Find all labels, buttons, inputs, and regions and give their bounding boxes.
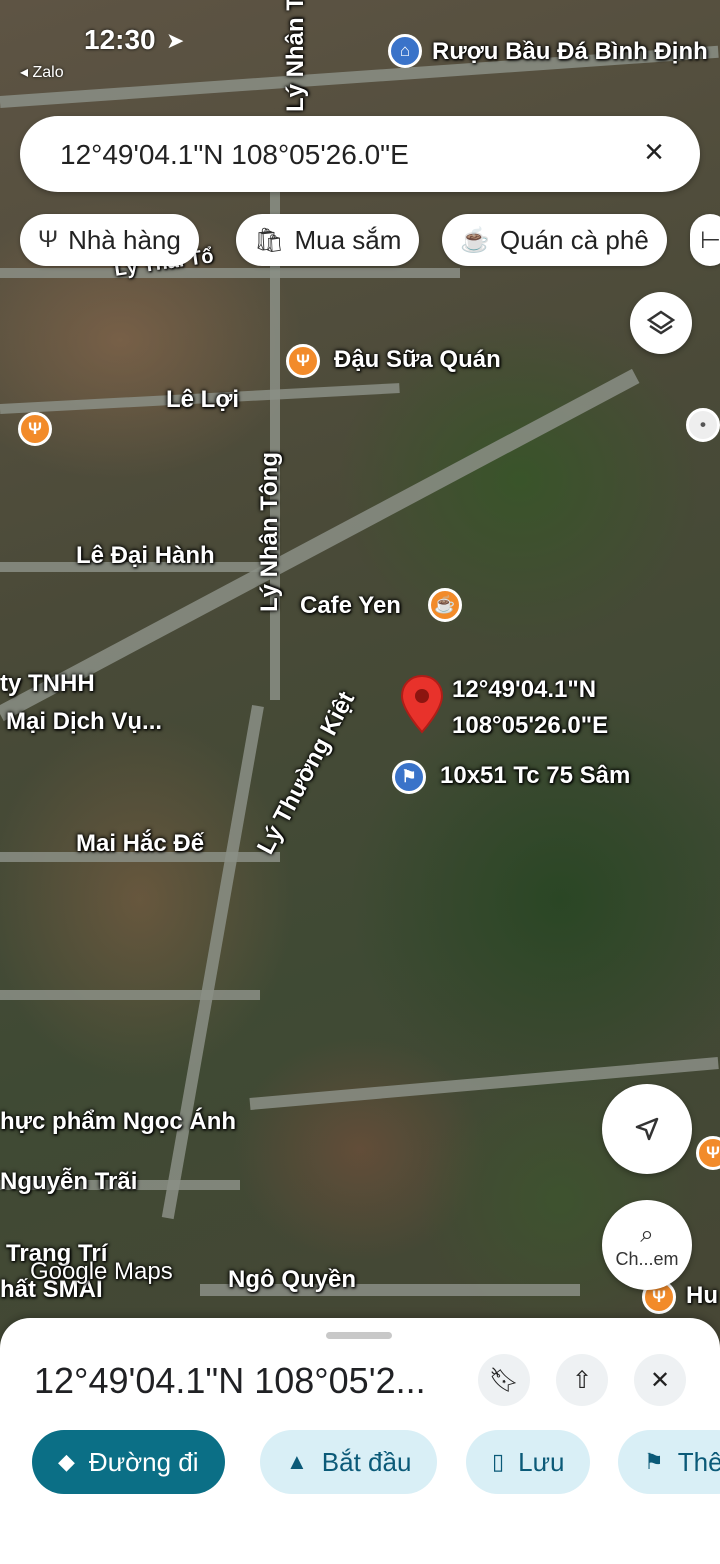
place-bottom-sheet[interactable]: 12°49'04.1"N 108°05'2... 🔖︎ ⇧ ✕ ◆ Đường … <box>0 1318 720 1564</box>
google-maps-watermark: Google Maps <box>30 1258 173 1285</box>
chip-coffee[interactable]: ☕ Quán cà phê <box>442 214 667 266</box>
save-button[interactable]: ▯ Lưu <box>466 1430 591 1494</box>
location-pin-icon[interactable] <box>400 674 444 734</box>
street-label-le-loi: Lê Lợi <box>166 386 240 413</box>
chip-restaurants[interactable]: Ψ Nhà hàng <box>20 214 199 266</box>
start-button[interactable]: ▲ Bắt đầu <box>260 1430 438 1494</box>
chip-shopping[interactable]: 🛍 Mua sắm <box>236 214 420 266</box>
bookmark-icon: 🔖︎ <box>488 1366 520 1394</box>
action-label: Lưu <box>518 1446 565 1477</box>
chip-label: Mua sắm <box>294 224 402 255</box>
pin-latitude-label: 12°49'04.1"N <box>452 676 597 703</box>
camera-search-icon: ⌕ <box>640 1220 654 1248</box>
street-label-ly-nhan-tong: Lý Nhân Tông <box>256 452 283 612</box>
road <box>161 704 264 1220</box>
restaurant-poi-icon[interactable]: Ψ <box>286 344 320 378</box>
lens-label: Ch...em <box>615 1248 679 1269</box>
back-to-app-link[interactable]: ◂ Zalo <box>20 62 64 82</box>
hotel-icon: ⊢ <box>700 226 720 254</box>
close-icon[interactable]: × <box>634 132 674 172</box>
pin-longitude-label: 108°05'26.0"E <box>452 712 609 739</box>
layers-icon <box>646 310 676 335</box>
location-dot-icon[interactable]: • <box>686 408 720 442</box>
save-bookmark-button[interactable]: 🔖︎ <box>478 1354 530 1406</box>
lens-button[interactable]: ⌕ Ch...em <box>602 1200 692 1290</box>
restaurant-poi-icon[interactable]: Ψ <box>18 412 52 446</box>
cafe-poi-icon[interactable]: ☕ <box>428 588 462 622</box>
place-label-ruou-bau-da[interactable]: Rượu Bầu Đá Bình Định <box>432 38 708 66</box>
road <box>0 268 460 278</box>
coffee-icon: ☕ <box>460 226 490 254</box>
share-button[interactable]: ⇧ <box>556 1354 608 1406</box>
action-label: Thê <box>677 1446 720 1477</box>
navigation-icon: ▲ <box>286 1449 308 1474</box>
street-label-mai-hac-de: Mai Hắc Đế <box>76 830 205 857</box>
drag-handle[interactable] <box>326 1332 392 1339</box>
store-icon[interactable]: ⌂ <box>388 34 422 68</box>
place-label-cong-ty: ty TNHH <box>0 670 95 697</box>
place-label-ngoc-anh: hực phẩm Ngọc Ánh <box>0 1108 237 1135</box>
place-label-dau-sua-quan[interactable]: Đậu Sữa Quán <box>334 346 501 374</box>
flag-poi-icon[interactable]: ⚑ <box>392 760 426 794</box>
location-arrow-icon: ➤ <box>166 28 185 53</box>
search-bar[interactable]: 12°49'04.1"N 108°05'26.0"E × <box>20 116 700 192</box>
directions-icon: ◆ <box>58 1449 75 1474</box>
chip-label: Nhà hàng <box>68 224 181 255</box>
flag-icon: ⚑ <box>644 1449 664 1474</box>
place-title: 12°49'04.1"N 108°05'2... <box>34 1360 426 1401</box>
chip-more[interactable]: ⊢ <box>690 214 720 266</box>
place-label-dich-vu: Mại Dịch Vụ... <box>6 708 163 735</box>
my-location-button[interactable] <box>602 1084 692 1174</box>
action-label: Bắt đầu <box>321 1446 412 1477</box>
directions-button[interactable]: ◆ Đường đi <box>32 1430 225 1494</box>
close-icon: ✕ <box>649 1366 671 1394</box>
chip-label: Quán cà phê <box>499 224 649 255</box>
place-label-cafe-yen[interactable]: Cafe Yen <box>300 592 401 620</box>
status-time: 12:30 <box>84 24 156 55</box>
add-label-button[interactable]: ⚑ Thê <box>618 1430 720 1494</box>
street-label-nguyen-trai: Nguyễn Trãi <box>0 1168 138 1195</box>
place-label-10x51[interactable]: 10x51 Tc 75 Sâm <box>440 762 630 790</box>
restaurant-icon: Ψ <box>38 226 59 253</box>
search-query[interactable]: 12°49'04.1"N 108°05'26.0"E <box>60 139 409 171</box>
road <box>0 990 260 1000</box>
bookmark-icon: ▯ <box>492 1449 505 1474</box>
street-label-ly-thuong-kiet: Lý Thường Kiệt <box>252 687 361 859</box>
action-label: Đường đi <box>88 1446 199 1477</box>
close-sheet-button[interactable]: ✕ <box>634 1354 686 1406</box>
share-icon: ⇧ <box>571 1366 593 1394</box>
place-label-hu: Hu <box>686 1282 718 1309</box>
restaurant-poi-icon[interactable]: Ψ <box>696 1136 720 1170</box>
street-label-le-dai-hanh: Lê Đại Hành <box>76 542 215 569</box>
layers-button[interactable] <box>630 292 692 354</box>
shopping-icon: 🛍 <box>254 226 285 254</box>
navigation-arrow-icon <box>635 1117 659 1141</box>
road <box>270 190 280 700</box>
street-label-ngo-quyen: Ngô Quyền <box>228 1266 357 1293</box>
street-label-ly-nhan-tong-top: Lý Nhân Tông <box>282 0 309 112</box>
